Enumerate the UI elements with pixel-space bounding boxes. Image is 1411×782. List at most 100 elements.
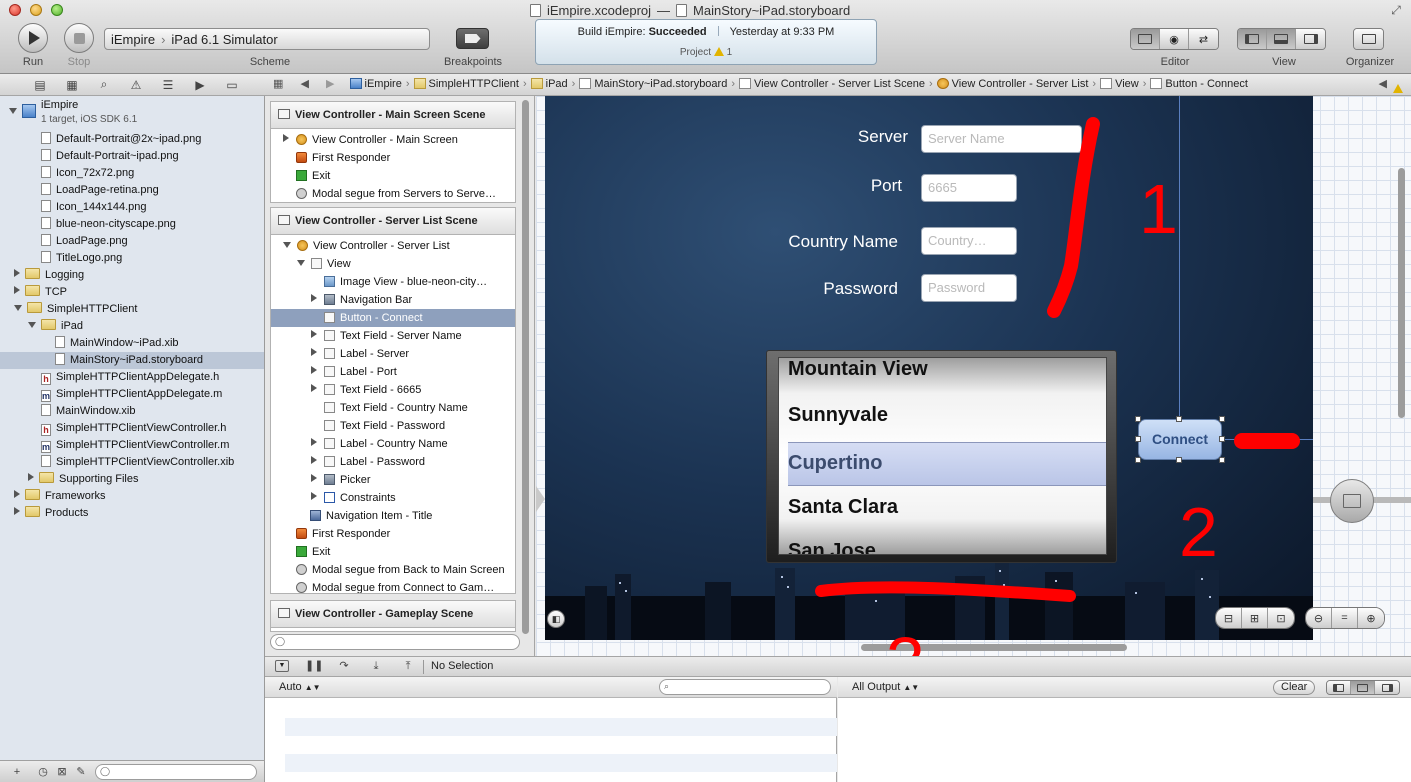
issue-navigator-icon[interactable]: ⚠ xyxy=(120,78,152,92)
scene-header-gameplay[interactable]: View Controller - Gameplay Scene xyxy=(271,601,515,628)
outline-row[interactable]: Label - Password xyxy=(271,453,515,471)
outline-row[interactable]: View xyxy=(271,255,515,273)
outline-scrollbar[interactable] xyxy=(522,100,529,634)
console-only-button[interactable] xyxy=(1375,681,1399,694)
navigator-file-row[interactable]: Icon_72x72.png xyxy=(0,165,264,182)
toggle-debug-area-button[interactable] xyxy=(1267,29,1296,49)
both-panes-button[interactable] xyxy=(1351,681,1375,694)
outline-row[interactable]: Modal segue from Servers to Serve… xyxy=(271,185,515,202)
outline-row[interactable]: First Responder xyxy=(271,525,515,543)
outline-filter-input[interactable]: ◯ xyxy=(270,634,520,650)
add-icon[interactable]: + xyxy=(10,765,24,779)
toggle-utilities-button[interactable] xyxy=(1296,29,1325,49)
outline-row[interactable]: View Controller - Main Screen xyxy=(271,131,515,149)
disclosure-closed-icon[interactable] xyxy=(14,507,20,515)
standard-editor-button[interactable] xyxy=(1131,29,1160,49)
breadcrumb-item[interactable]: Button - Connect xyxy=(1150,74,1248,95)
navigator-file-row[interactable]: Default-Portrait~ipad.png xyxy=(0,148,264,165)
assistant-editor-button[interactable]: ◉ xyxy=(1160,29,1189,49)
outline-row[interactable]: Modal segue from Connect to Gam… xyxy=(271,579,515,593)
disclosure-open-icon[interactable] xyxy=(283,242,291,248)
disclosure-closed-icon[interactable] xyxy=(14,490,20,498)
navigator-file-row[interactable]: h SimpleHTTPClientViewController.h xyxy=(0,420,264,437)
outline-row[interactable]: Text Field - 6665 xyxy=(271,381,515,399)
navigator-group-row[interactable]: Products xyxy=(0,505,264,522)
forward-arrow-icon[interactable]: ▶ xyxy=(326,74,334,95)
step-into-icon[interactable]: ⤓ xyxy=(369,659,383,673)
outline-row[interactable]: Modal segue from Back to Main Screen xyxy=(271,561,515,579)
recent-files-icon[interactable]: ◷ xyxy=(36,765,50,779)
disclosure-closed-icon[interactable] xyxy=(283,134,289,142)
clear-console-button[interactable]: Clear xyxy=(1273,680,1316,695)
pause-icon[interactable]: ❚❚ xyxy=(305,659,323,673)
outline-row[interactable]: View Controller - Server List xyxy=(271,237,515,255)
breadcrumb-item[interactable]: View Controller - Server List Scene xyxy=(739,74,925,95)
unsaved-filter-icon[interactable]: ✎ xyxy=(74,765,88,779)
navigator-group-row[interactable]: TCP xyxy=(0,284,264,301)
auto-popup[interactable]: Auto ▲▼ xyxy=(279,681,321,693)
zoom-window-button[interactable] xyxy=(51,4,63,16)
close-window-button[interactable] xyxy=(9,4,21,16)
organizer-button[interactable] xyxy=(1353,28,1384,50)
disclosure-open-icon[interactable] xyxy=(9,108,17,114)
run-button[interactable] xyxy=(18,23,48,53)
outline-row[interactable]: Navigation Bar xyxy=(271,291,515,309)
stop-button[interactable] xyxy=(64,23,94,53)
disclosure-closed-icon[interactable] xyxy=(311,474,317,482)
debug-navigator-icon[interactable]: ☰ xyxy=(152,78,184,92)
navigator-group-row[interactable]: Frameworks xyxy=(0,488,264,505)
disclosure-closed-icon[interactable] xyxy=(14,269,20,277)
project-navigator-icon[interactable]: ▤ xyxy=(24,78,56,92)
output-filter-popup[interactable]: All Output ▲▼ xyxy=(852,681,919,693)
outline-row[interactable]: Navigation Item - Title xyxy=(271,507,515,525)
navigator-file-row[interactable]: TitleLogo.png xyxy=(0,250,264,267)
disclosure-closed-icon[interactable] xyxy=(311,294,317,302)
breadcrumb-item[interactable]: View xyxy=(1100,74,1139,95)
outline-row[interactable]: Text Field - Password xyxy=(271,417,515,435)
toggle-navigator-button[interactable] xyxy=(1238,29,1267,49)
disclosure-open-icon[interactable] xyxy=(14,305,22,311)
disclosure-closed-icon[interactable] xyxy=(28,473,34,481)
breadcrumb-item[interactable]: SimpleHTTPClient xyxy=(413,74,519,95)
related-items-icon[interactable]: ▦ xyxy=(273,74,283,95)
scene-header-main-screen[interactable]: View Controller - Main Screen Scene xyxy=(271,102,515,129)
search-navigator-icon[interactable]: ⌕ xyxy=(88,77,120,92)
navigator-file-row[interactable]: LoadPage-retina.png xyxy=(0,182,264,199)
navigator-group-row[interactable]: iPad xyxy=(0,318,264,335)
breadcrumb-item[interactable]: View Controller - Server List xyxy=(936,74,1088,95)
disclosure-closed-icon[interactable] xyxy=(311,438,317,446)
scheme-popup[interactable]: iEmpire › iPad 6.1 Simulator xyxy=(104,28,430,50)
warning-count[interactable]: 1 xyxy=(727,47,733,58)
disclosure-closed-icon[interactable] xyxy=(311,330,317,338)
navigator-file-row[interactable]: MainWindow.xib xyxy=(0,403,264,420)
outline-row[interactable]: First Responder xyxy=(271,149,515,167)
disclosure-closed-icon[interactable] xyxy=(311,366,317,374)
outline-row[interactable]: Exit xyxy=(271,167,515,185)
disclosure-closed-icon[interactable] xyxy=(311,348,317,356)
symbol-navigator-icon[interactable]: ▦ xyxy=(56,78,88,92)
breakpoints-toggle[interactable] xyxy=(456,28,489,49)
hide-debug-area-icon[interactable]: ▼ xyxy=(275,660,289,672)
outline-row[interactable]: Label - Country Name xyxy=(271,435,515,453)
navigator-group-row[interactable]: Logging xyxy=(0,267,264,284)
navigator-file-row[interactable]: Default-Portrait@2x~ipad.png xyxy=(0,131,264,148)
navigator-file-row[interactable]: LoadPage.png xyxy=(0,233,264,250)
navigator-file-row[interactable]: m SimpleHTTPClientViewController.m xyxy=(0,437,264,454)
breakpoint-navigator-icon[interactable]: ▶ xyxy=(184,78,216,92)
disclosure-open-icon[interactable] xyxy=(28,322,36,328)
issue-prev-icon[interactable]: ◀ xyxy=(1379,74,1387,95)
outline-row[interactable]: Label - Port xyxy=(271,363,515,381)
navigator-file-row[interactable]: h SimpleHTTPClientAppDelegate.h xyxy=(0,369,264,386)
navigator-group-row[interactable]: SimpleHTTPClient xyxy=(0,301,264,318)
navigator-group-row[interactable]: Supporting Files xyxy=(0,471,264,488)
breadcrumb-item[interactable]: iEmpire xyxy=(349,74,402,95)
breadcrumb-item[interactable]: iPad xyxy=(530,74,568,95)
outline-row[interactable]: Label - Server xyxy=(271,345,515,363)
step-out-icon[interactable]: ⤒ xyxy=(401,659,415,673)
navigator-file-row[interactable]: SimpleHTTPClientViewController.xib xyxy=(0,454,264,471)
minimize-window-button[interactable] xyxy=(30,4,42,16)
outline-row[interactable]: Exit xyxy=(271,543,515,561)
disclosure-closed-icon[interactable] xyxy=(14,286,20,294)
navigator-file-row[interactable]: MainStory~iPad.storyboard xyxy=(0,352,264,369)
outline-row[interactable]: Picker xyxy=(271,471,515,489)
